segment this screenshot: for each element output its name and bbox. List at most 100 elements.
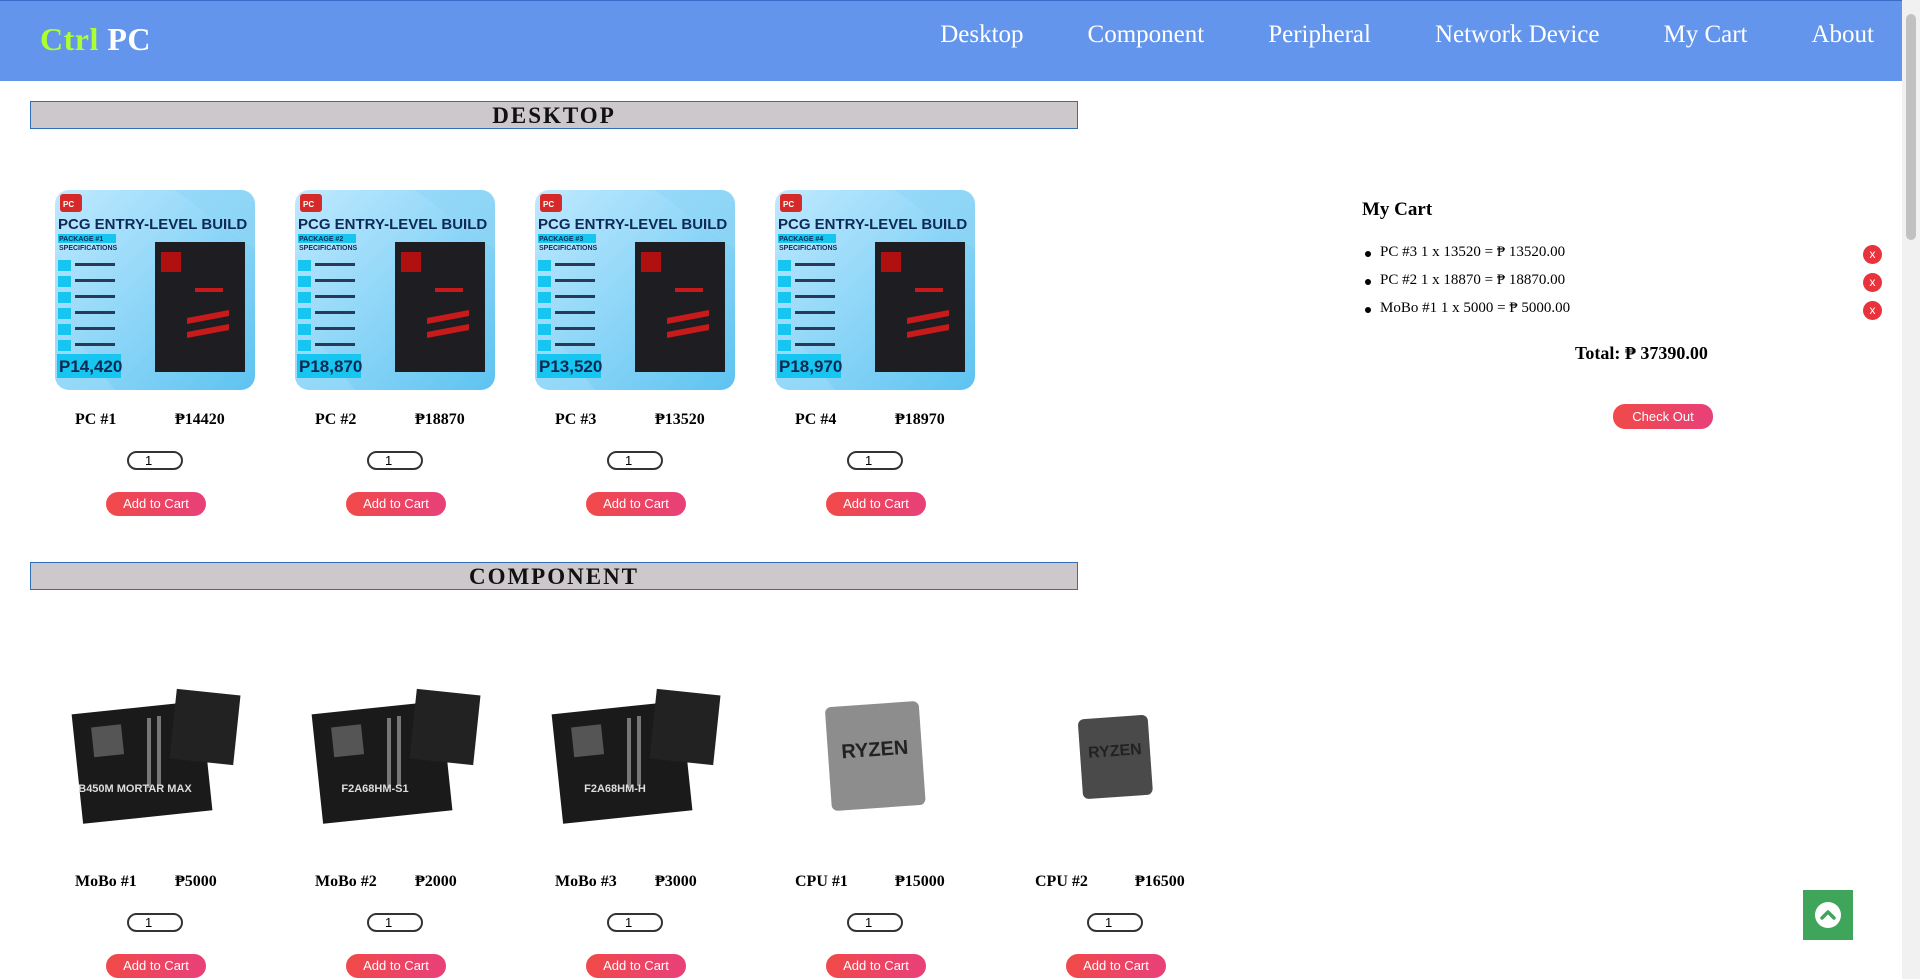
svg-text:B450M MORTAR MAX: B450M MORTAR MAX [78, 783, 192, 795]
product-price: ₱15000 [895, 873, 945, 890]
nav-desktop[interactable]: Desktop [940, 21, 1023, 49]
page-scrollbar[interactable] [1902, 0, 1920, 979]
svg-text:F2A68HM-S1: F2A68HM-S1 [341, 783, 408, 795]
nav-about[interactable]: About [1812, 21, 1875, 49]
remove-item-button[interactable]: x [1863, 301, 1882, 320]
top-navbar: Ctrl PC Desktop Component Peripheral Net… [0, 0, 1902, 81]
desktop-section-heading: DESKTOP [30, 101, 1078, 129]
svg-text:PACKAGE #3: PACKAGE #3 [539, 236, 583, 243]
checkout-button[interactable]: Check Out [1613, 404, 1713, 429]
product-card: PC PCG ENTRY-LEVEL BUILD PACKAGE #2 SPEC… [295, 190, 495, 516]
product-name: MoBo #2 [315, 873, 377, 890]
component-section-heading: COMPONENT [30, 562, 1078, 590]
product-card: PC PCG ENTRY-LEVEL BUILD PACKAGE #1 SPEC… [55, 190, 255, 516]
pc-product-image[interactable]: PC PCG ENTRY-LEVEL BUILD PACKAGE #2 SPEC… [295, 190, 495, 390]
chevron-up-icon [1815, 902, 1841, 928]
scroll-to-top-button[interactable] [1803, 890, 1853, 940]
quantity-input[interactable] [1087, 913, 1143, 932]
quantity-input[interactable] [367, 451, 423, 470]
bullet-icon [1365, 251, 1371, 257]
product-price: ₱18870 [415, 411, 465, 428]
nav-peripheral[interactable]: Peripheral [1268, 21, 1371, 49]
product-name: PC #1 [75, 411, 117, 428]
product-name: CPU #1 [795, 873, 848, 890]
svg-text:PC: PC [63, 200, 74, 209]
svg-text:PCG ENTRY-LEVEL BUILD: PCG ENTRY-LEVEL BUILD [778, 216, 967, 233]
product-price: ₱2000 [415, 873, 457, 890]
product-card: F2A68HM-H MoBo #3 ₱3000 Add to Cart [535, 652, 735, 978]
svg-text:PACKAGE #4: PACKAGE #4 [779, 236, 823, 243]
add-to-cart-button[interactable]: Add to Cart [826, 492, 926, 516]
quantity-input[interactable] [607, 451, 663, 470]
add-to-cart-button[interactable]: Add to Cart [106, 492, 206, 516]
nav-network-device[interactable]: Network Device [1435, 21, 1600, 49]
quantity-input[interactable] [847, 451, 903, 470]
add-to-cart-button[interactable]: Add to Cart [586, 492, 686, 516]
remove-item-button[interactable]: x [1863, 245, 1882, 264]
bullet-icon [1365, 279, 1371, 285]
product-price: ₱16500 [1135, 873, 1185, 890]
pc-product-image[interactable]: PC PCG ENTRY-LEVEL BUILD PACKAGE #3 SPEC… [535, 190, 735, 390]
svg-text:PACKAGE #1: PACKAGE #1 [59, 236, 103, 243]
svg-text:SPECIFICATIONS: SPECIFICATIONS [539, 245, 598, 252]
logo-pc: PC [107, 21, 152, 57]
cart-title: My Cart [1362, 199, 1433, 220]
bullet-icon [1365, 307, 1371, 313]
svg-text:SPECIFICATIONS: SPECIFICATIONS [59, 245, 118, 252]
add-to-cart-button[interactable]: Add to Cart [826, 954, 926, 978]
product-price: ₱13520 [655, 411, 705, 428]
logo-ctrl: Ctrl [40, 21, 99, 57]
svg-text:PCG ENTRY-LEVEL BUILD: PCG ENTRY-LEVEL BUILD [538, 216, 727, 233]
cart-item-text: PC #3 1 x 13520 = ₱ 13520.00 [1380, 244, 1566, 260]
svg-text:P18,970: P18,970 [779, 357, 842, 376]
nav-my-cart[interactable]: My Cart [1663, 21, 1747, 49]
svg-text:P14,420: P14,420 [59, 357, 122, 376]
ryzen-pro-cpu-image[interactable]: RYZEN [1015, 652, 1215, 852]
product-card: RYZEN CPU #2 ₱16500 Add to Cart [1015, 652, 1215, 978]
quantity-input[interactable] [127, 451, 183, 470]
product-card: RYZEN CPU #1 ₱15000 Add to Cart [775, 652, 975, 978]
motherboard-box-image[interactable]: F2A68HM-S1 [295, 652, 495, 852]
add-to-cart-button[interactable]: Add to Cart [1066, 954, 1166, 978]
product-name: CPU #2 [1035, 873, 1088, 890]
product-name: MoBo #3 [555, 873, 617, 890]
product-price: ₱5000 [175, 873, 217, 890]
product-card: PC PCG ENTRY-LEVEL BUILD PACKAGE #4 SPEC… [775, 190, 975, 516]
site-logo[interactable]: Ctrl PC [40, 21, 151, 58]
add-to-cart-button[interactable]: Add to Cart [346, 954, 446, 978]
svg-text:PACKAGE #2: PACKAGE #2 [299, 236, 343, 243]
scrollbar-thumb[interactable] [1906, 14, 1916, 240]
svg-text:PCG ENTRY-LEVEL BUILD: PCG ENTRY-LEVEL BUILD [298, 216, 487, 233]
nav-component[interactable]: Component [1088, 21, 1205, 49]
quantity-input[interactable] [847, 913, 903, 932]
quantity-input[interactable] [607, 913, 663, 932]
motherboard-gigabyte-image[interactable]: F2A68HM-H [535, 652, 735, 852]
pc-product-image[interactable]: PC PCG ENTRY-LEVEL BUILD PACKAGE #1 SPEC… [55, 190, 255, 390]
cart-list: PC #3 1 x 13520 = ₱ 13520.00 x PC #2 1 x… [1362, 244, 1882, 328]
motherboard-msi-image[interactable]: B450M MORTAR MAX [55, 652, 255, 852]
quantity-input[interactable] [127, 913, 183, 932]
quantity-input[interactable] [367, 913, 423, 932]
cart-item: PC #3 1 x 13520 = ₱ 13520.00 x [1362, 244, 1882, 272]
add-to-cart-button[interactable]: Add to Cart [106, 954, 206, 978]
svg-text:F2A68HM-H: F2A68HM-H [584, 783, 646, 795]
svg-text:PC: PC [783, 200, 794, 209]
svg-text:SPECIFICATIONS: SPECIFICATIONS [779, 245, 838, 252]
remove-item-button[interactable]: x [1863, 273, 1882, 292]
product-price: ₱14420 [175, 411, 225, 428]
product-price: ₱18970 [895, 411, 945, 428]
svg-text:PC: PC [303, 200, 314, 209]
product-card: F2A68HM-S1 MoBo #2 ₱2000 Add to Cart [295, 652, 495, 978]
product-price: ₱3000 [655, 873, 697, 890]
svg-text:P18,870: P18,870 [299, 357, 362, 376]
main-nav: Desktop Component Peripheral Network Dev… [940, 21, 1874, 49]
cart-item: PC #2 1 x 18870 = ₱ 18870.00 x [1362, 272, 1882, 300]
pc-product-image[interactable]: PC PCG ENTRY-LEVEL BUILD PACKAGE #4 SPEC… [775, 190, 975, 390]
add-to-cart-button[interactable]: Add to Cart [346, 492, 446, 516]
product-name: PC #3 [555, 411, 597, 428]
ryzen-cpu-image[interactable]: RYZEN [775, 652, 975, 852]
cart-item: MoBo #1 1 x 5000 = ₱ 5000.00 x [1362, 300, 1882, 328]
svg-text:PC: PC [543, 200, 554, 209]
cart-total: Total: ₱ 37390.00 [1575, 343, 1708, 363]
add-to-cart-button[interactable]: Add to Cart [586, 954, 686, 978]
